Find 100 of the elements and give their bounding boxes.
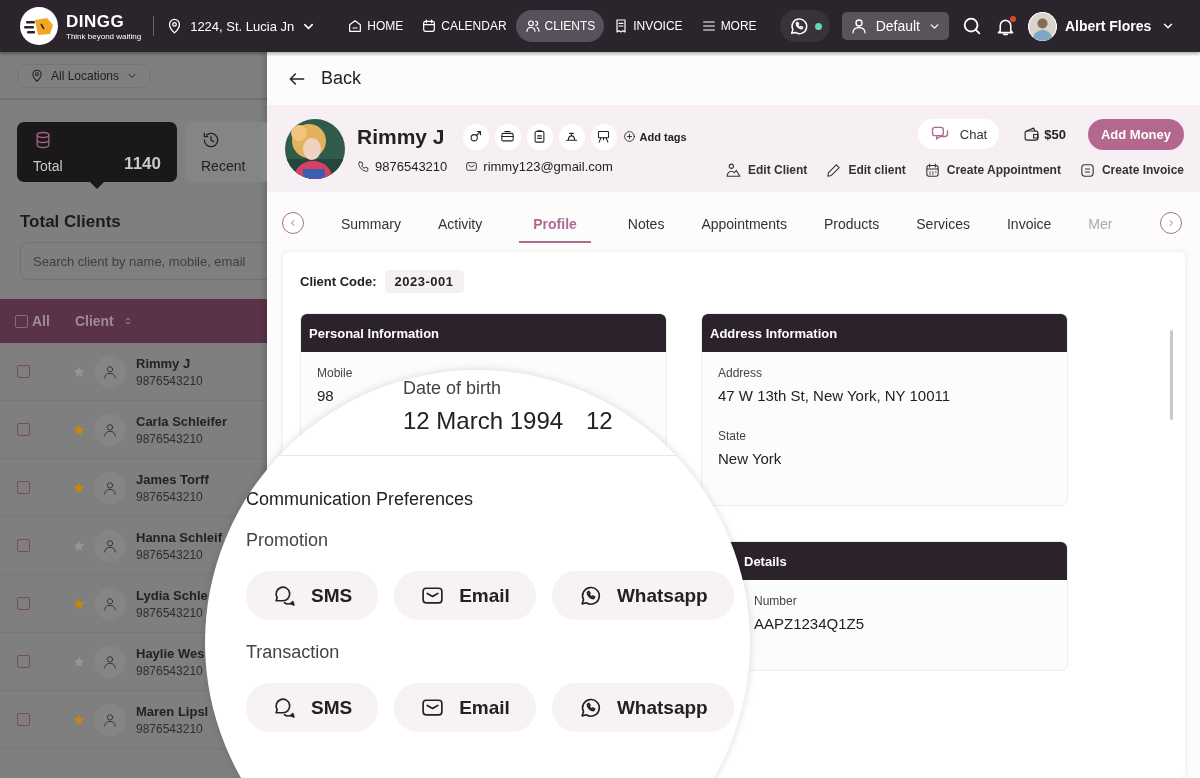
stat-card[interactable]: Recent	[185, 122, 267, 182]
checkbox[interactable]	[17, 365, 30, 378]
channel-chip[interactable]: Email	[394, 571, 536, 620]
calendar-icon	[923, 161, 941, 179]
tagline: Think beyond waiting	[66, 31, 142, 41]
client-phone: 9876543210	[136, 547, 204, 562]
tag-button[interactable]	[526, 123, 553, 150]
add-money-button[interactable]: Add Money	[1087, 118, 1184, 150]
profile-dropdown[interactable]: Default	[841, 12, 949, 40]
nav-tab[interactable]: MORE	[691, 10, 766, 42]
tag-button[interactable]	[494, 123, 521, 150]
add-tags-button[interactable]: Add tags	[622, 130, 687, 143]
client-name: Carla Schleifer	[136, 413, 228, 429]
channel-chip[interactable]: Whatsapp	[551, 683, 734, 732]
checkbox[interactable]	[17, 597, 30, 610]
action-link[interactable]: Create Appointment	[923, 161, 1061, 179]
location-filter[interactable]: All Locations	[17, 64, 152, 88]
channel-chip[interactable]: Email	[394, 683, 536, 732]
wallet-icon	[1023, 125, 1041, 143]
pin-icon	[30, 69, 44, 83]
brand-name: DINGG	[66, 11, 126, 32]
back-button[interactable]: Back	[267, 52, 368, 105]
checkbox[interactable]	[15, 314, 28, 328]
nav-tab[interactable]: HOME	[338, 10, 413, 42]
tab[interactable]: Appointments	[701, 203, 787, 243]
card-icon	[500, 129, 516, 144]
next-button[interactable]	[1160, 212, 1182, 234]
field-value: 12 March 1994	[403, 407, 565, 435]
nav-tab[interactable]: INVOICE	[604, 10, 692, 42]
previous-button[interactable]	[282, 212, 304, 234]
person-icon	[102, 711, 118, 728]
group-label: Transaction	[246, 642, 341, 663]
checkbox[interactable]	[17, 713, 30, 726]
field-value: New York	[718, 450, 782, 467]
field-label: Mobile	[317, 366, 353, 380]
tab[interactable]: Services	[916, 203, 970, 243]
logo-icon	[20, 7, 58, 45]
chat-icon	[272, 695, 297, 720]
calendar-icon	[421, 18, 438, 34]
checkbox[interactable]	[17, 423, 30, 436]
users-icon	[524, 18, 541, 34]
avatar[interactable]	[1028, 11, 1057, 41]
home-icon	[347, 18, 364, 34]
phone-icon	[357, 159, 370, 173]
action-link[interactable]: Edit Client	[725, 161, 808, 179]
history-icon	[201, 130, 221, 150]
chat-button[interactable]: Chat	[917, 119, 1000, 149]
client-name: Maren Lipsl	[136, 703, 209, 719]
whatsapp-status[interactable]	[779, 10, 830, 42]
nav-tab[interactable]: CLIENTS	[515, 10, 605, 42]
tab[interactable]: Products	[824, 203, 880, 243]
search-icon	[961, 15, 983, 37]
nav-tab[interactable]: CALENDAR	[412, 10, 516, 42]
client-phone: 9876543210	[136, 605, 204, 620]
online-dot	[814, 22, 822, 30]
client-name: Rimmy J	[357, 124, 445, 149]
client-name: Rimmy J	[136, 355, 192, 371]
tag-button[interactable]	[462, 123, 489, 150]
client-phone: 9876543210	[136, 373, 203, 388]
location-selector[interactable]: 1224, St. Lucia Jn	[166, 17, 317, 35]
email-address: rimmy123@gmail.com	[483, 158, 613, 174]
checkbox[interactable]	[17, 655, 30, 668]
checkbox[interactable]	[17, 539, 30, 552]
user-menu[interactable]: Albert Flores	[1065, 18, 1176, 34]
easel-icon	[596, 129, 612, 144]
column-header: Client	[74, 313, 114, 329]
client-phone: 9876543210	[136, 431, 204, 446]
checkbox[interactable]	[17, 481, 30, 494]
tab[interactable]: Profile	[519, 203, 591, 243]
clipboard-icon	[532, 129, 548, 144]
gender-icon	[468, 129, 484, 144]
tag-button[interactable]	[590, 123, 617, 150]
tab[interactable]: Invoice	[1006, 203, 1052, 243]
field-value: 98	[317, 387, 334, 404]
client-name: Lydia Schle	[136, 587, 208, 603]
person-icon	[849, 17, 868, 35]
person-icon	[102, 363, 118, 380]
field-value: 12	[586, 407, 614, 435]
client-name: James Torff	[136, 471, 209, 487]
tab[interactable]: Activity	[437, 203, 483, 243]
notification-button[interactable]	[995, 15, 1016, 37]
tag-button[interactable]	[558, 123, 585, 150]
section-title: Communication Preferences	[246, 489, 475, 510]
channel-chip[interactable]: SMS	[246, 683, 379, 732]
chat-icon	[272, 583, 297, 608]
group-label: Promotion	[246, 530, 330, 551]
channel-chip[interactable]: Whatsapp	[551, 571, 734, 620]
tab[interactable]: Summary	[341, 203, 401, 243]
action-link[interactable]: Create Invoice	[1078, 161, 1184, 179]
card-title: Personal Information	[301, 314, 666, 352]
pencil-icon	[825, 161, 843, 179]
action-link[interactable]: Edit client	[825, 161, 906, 179]
client-phone: 9876543210	[136, 721, 204, 736]
document-icon	[1078, 161, 1096, 179]
search-field[interactable]: Search client by name, mobile, email	[20, 242, 267, 280]
channel-chip[interactable]: SMS	[246, 571, 379, 620]
search-button[interactable]	[961, 15, 983, 37]
field-label: State	[718, 429, 747, 443]
field-label: Client Code:	[300, 274, 377, 289]
tab[interactable]: Notes	[627, 203, 665, 243]
